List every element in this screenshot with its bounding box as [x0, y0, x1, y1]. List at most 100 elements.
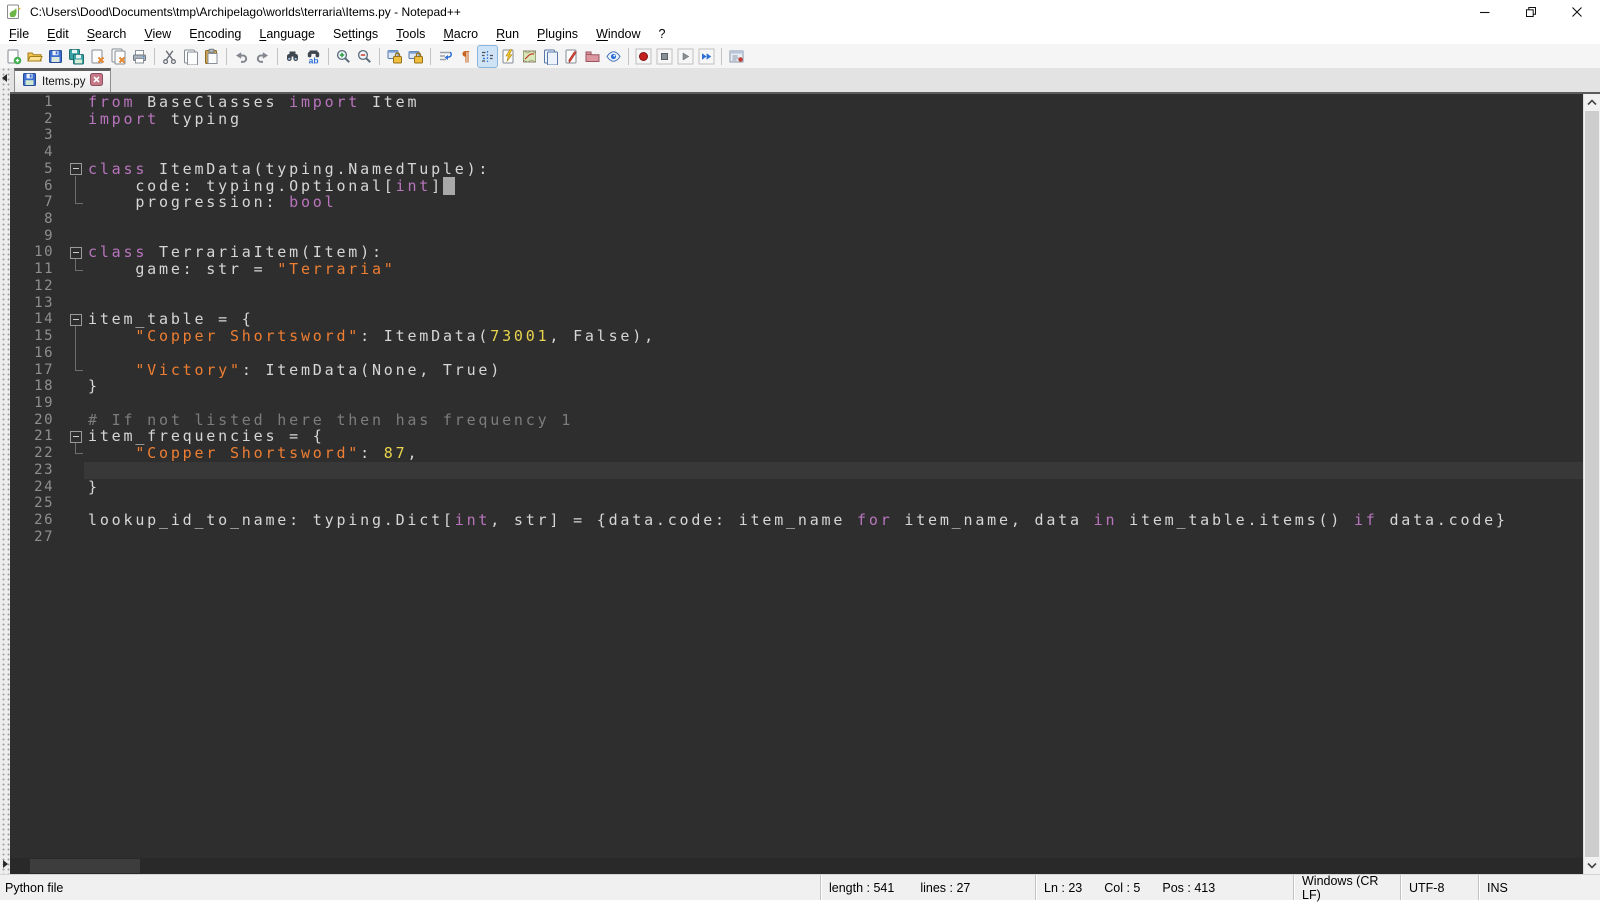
function-list-icon[interactable] — [562, 46, 581, 67]
code-line-21[interactable]: item_frequencies = { — [88, 428, 325, 445]
code-line-26[interactable]: lookup_id_to_name: typing.Dict[int, str]… — [88, 512, 1508, 529]
document-list-icon[interactable] — [541, 46, 560, 67]
menu-item-search[interactable]: Search — [78, 24, 136, 44]
macro-play-icon[interactable] — [676, 46, 695, 67]
status-position: Pos : 413 — [1162, 881, 1215, 895]
menu-item-tools[interactable]: Tools — [387, 24, 434, 44]
close-file-icon[interactable] — [88, 46, 107, 67]
show-indent-guide-icon[interactable] — [478, 46, 497, 67]
new-file-icon[interactable] — [4, 46, 23, 67]
restore-button[interactable] — [1508, 0, 1554, 24]
toolbar-separator — [379, 48, 380, 65]
cut-icon[interactable] — [160, 46, 179, 67]
tab-scroll-left-icon[interactable] — [2, 74, 7, 82]
code-token: : — [360, 444, 384, 462]
document-map-icon[interactable] — [520, 46, 539, 67]
code-line-2[interactable]: import typing — [88, 111, 242, 128]
line-number: 18 — [10, 378, 54, 395]
sync-vertical-icon[interactable] — [385, 46, 404, 67]
close-all-icon[interactable] — [109, 46, 128, 67]
menu-item-macro[interactable]: Macro — [434, 24, 487, 44]
code-line-24[interactable]: } — [88, 479, 100, 496]
menu-item-file[interactable]: File — [0, 24, 38, 44]
code-line-7[interactable]: progression: bool — [88, 194, 336, 211]
paste-icon[interactable] — [202, 46, 221, 67]
copy-icon[interactable] — [181, 46, 200, 67]
title-bar: C:\Users\Dood\Documents\tmp\Archipelago\… — [0, 0, 1600, 24]
menu-item-encoding[interactable]: Encoding — [180, 24, 250, 44]
status-eol-format[interactable]: Windows (CR LF) — [1293, 875, 1400, 900]
code-token — [88, 444, 135, 462]
replace-icon[interactable]: ab — [304, 46, 323, 67]
menu-item-edit[interactable]: Edit — [38, 24, 78, 44]
scroll-down-icon[interactable] — [1584, 857, 1600, 874]
menu-item-plugins[interactable]: Plugins — [528, 24, 587, 44]
sync-horizontal-icon[interactable] — [406, 46, 425, 67]
macro-save-icon[interactable] — [727, 46, 746, 67]
print-icon[interactable] — [130, 46, 149, 67]
show-all-characters-icon[interactable]: ¶ — [457, 46, 476, 67]
menu-item-language[interactable]: Language — [250, 24, 324, 44]
minimize-button[interactable] — [1462, 0, 1508, 24]
fold-collapse-icon[interactable] — [70, 247, 82, 259]
fold-collapse-icon[interactable] — [70, 163, 82, 175]
code-line-17[interactable]: "Victory": ItemData(None, True) — [88, 362, 502, 379]
menu-item-run[interactable]: Run — [487, 24, 528, 44]
code-line-14[interactable]: item_table = { — [88, 311, 254, 328]
line-number: 20 — [10, 412, 54, 429]
style-configurator-icon[interactable] — [499, 46, 518, 67]
code-line-15[interactable]: "Copper Shortsword": ItemData(73001, Fal… — [88, 328, 656, 345]
code-line-22[interactable]: "Copper Shortsword": 87, — [88, 445, 419, 462]
fold-guide-line — [75, 443, 83, 454]
fold-collapse-icon[interactable] — [70, 314, 82, 326]
zoom-out-icon[interactable] — [355, 46, 374, 67]
vertical-scrollbar[interactable] — [1583, 94, 1600, 874]
code-line-6[interactable]: code: typing.Optional[int] — [88, 178, 455, 195]
close-button[interactable] — [1554, 0, 1600, 24]
macro-record-icon[interactable] — [634, 46, 653, 67]
word-wrap-icon[interactable] — [436, 46, 455, 67]
fold-collapse-icon[interactable] — [70, 431, 82, 443]
code-line-18[interactable]: } — [88, 378, 100, 395]
fold-guide-line — [75, 326, 83, 371]
line-number: 1 — [10, 94, 54, 111]
menu-item-help[interactable]: ? — [650, 24, 675, 44]
horizontal-scrollbar-thumb[interactable] — [30, 859, 140, 873]
code-token: : ItemData(None, True) — [242, 361, 502, 379]
open-file-icon[interactable] — [25, 46, 44, 67]
line-number: 19 — [10, 395, 54, 412]
vertical-scrollbar-thumb[interactable] — [1585, 111, 1599, 857]
undo-icon[interactable] — [232, 46, 251, 67]
status-encoding[interactable]: UTF-8 — [1400, 875, 1478, 900]
code-token: BaseClasses — [135, 94, 289, 111]
macro-run-multiple-icon[interactable] — [697, 46, 716, 67]
monitoring-icon[interactable] — [604, 46, 623, 67]
toolbar-separator — [628, 48, 629, 65]
redo-icon[interactable] — [253, 46, 272, 67]
code-token: Item — [360, 94, 419, 111]
macro-stop-icon[interactable] — [655, 46, 674, 67]
svg-text:ab: ab — [309, 55, 319, 65]
menu-item-view[interactable]: View — [135, 24, 180, 44]
menu-item-window[interactable]: Window — [587, 24, 649, 44]
zoom-in-icon[interactable] — [334, 46, 353, 67]
code-line-20[interactable]: # If not listed here then has frequency … — [88, 412, 573, 429]
find-icon[interactable] — [283, 46, 302, 67]
save-file-icon[interactable] — [46, 46, 65, 67]
code-editor[interactable]: 1from BaseClasses import Item2import typ… — [10, 94, 1583, 858]
code-line-11[interactable]: game: str = "Terraria" — [88, 261, 396, 278]
code-line-1[interactable]: from BaseClasses import Item — [88, 94, 419, 111]
status-insert-mode[interactable]: INS — [1478, 875, 1600, 900]
tab-scroll-right-icon[interactable] — [3, 860, 8, 868]
tab-items-py[interactable]: Items.py — [14, 68, 111, 92]
code-line-5[interactable]: class ItemData(typing.NamedTuple): — [88, 161, 490, 178]
folder-as-workspace-icon[interactable] — [583, 46, 602, 67]
code-line-10[interactable]: class TerrariaItem(Item): — [88, 244, 384, 261]
save-all-icon[interactable] — [67, 46, 86, 67]
scroll-up-icon[interactable] — [1584, 94, 1600, 111]
tab-close-icon[interactable] — [90, 73, 103, 91]
toolbar: ab ¶ — [0, 44, 1600, 68]
horizontal-scrollbar[interactable] — [10, 858, 1583, 874]
code-token: 87 — [384, 444, 408, 462]
menu-item-settings[interactable]: Settings — [324, 24, 387, 44]
